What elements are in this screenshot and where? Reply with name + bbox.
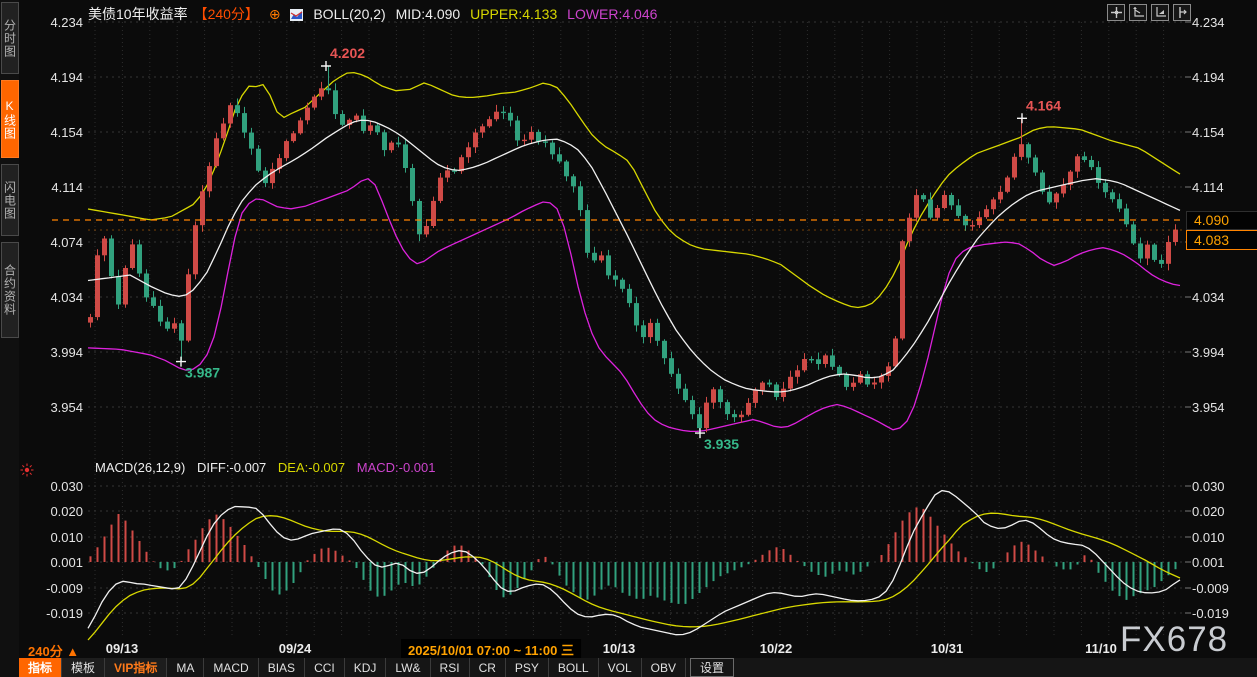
instrument-title: 美债10年收益率 [88, 6, 188, 22]
x-axis-date: 10/31 [931, 641, 964, 656]
y-axis-tick: 0.010 [13, 530, 83, 545]
y-axis-tick: 3.954 [13, 400, 83, 415]
sidebar-tab-contract-info[interactable]: 合约资料 [1, 242, 19, 338]
y-axis-tick: 4.034 [13, 290, 83, 305]
indicator-button-obv[interactable]: OBV [642, 658, 686, 677]
period-label: 【240分】 [194, 6, 259, 22]
macd-diff-value: DIFF:-0.007 [197, 460, 266, 475]
indicator-button-rsi[interactable]: RSI [431, 658, 470, 677]
svg-text:3.935: 3.935 [704, 436, 739, 452]
y-axis-tick: 3.994 [1192, 345, 1252, 360]
mini-chart-icon[interactable] [290, 8, 303, 24]
tab-indicators[interactable]: 指标 [19, 658, 62, 677]
crosshair-tool-icon[interactable] [1107, 4, 1125, 21]
tab-vip-indicators[interactable]: VIP指标 [105, 658, 167, 677]
y-axis-tick: -0.009 [1192, 581, 1252, 596]
x-axis-date: 10/13 [603, 641, 636, 656]
indicator-button-macd[interactable]: MACD [204, 658, 258, 677]
sidebar-tab-flash[interactable]: 闪电图 [1, 164, 19, 236]
y-axis-tick: -0.019 [1192, 606, 1252, 621]
y-axis-tick: 4.194 [13, 70, 83, 85]
x-axis-date: 09/13 [106, 641, 139, 656]
y-axis-tick: 0.020 [1192, 504, 1252, 519]
y-axis-tick: 0.001 [1192, 555, 1252, 570]
right-axis-scale-icon[interactable] [1173, 4, 1191, 21]
mid-price-tag: 4.090 [1186, 211, 1257, 230]
boll-lower-value: LOWER:4.046 [567, 6, 657, 22]
sidebar-tab-kline[interactable]: K线图 [1, 80, 19, 158]
macd-dea-value: DEA:-0.007 [278, 460, 345, 475]
auto-scale-icon[interactable] [1151, 4, 1169, 21]
y-axis-tick: 3.954 [1192, 400, 1252, 415]
indicator-button-ma[interactable]: MA [167, 658, 204, 677]
x-axis-row: 240分 ▲ 2025/10/01 07:00 ~ 11:00 三 09/130… [19, 639, 1257, 658]
indicator-buttons: MAMACDBIASCCIKDJLW&RSICRPSYBOLLVOLOBV [167, 658, 686, 677]
y-axis-tick: 4.234 [1192, 15, 1252, 30]
chart-canvas[interactable]: 4.202 3.987 3.935 4.164 [0, 0, 1257, 677]
y-axis-tick: 3.994 [13, 345, 83, 360]
indicator-button-boll[interactable]: BOLL [549, 658, 599, 677]
y-axis-tick: -0.019 [13, 606, 83, 621]
macd-macd-value: MACD:-0.001 [357, 460, 436, 475]
indicator-button-lw[interactable]: LW& [386, 658, 430, 677]
chart-tool-buttons [1107, 4, 1191, 21]
sidebar: 分时图 K线图 闪电图 合约资料 [0, 0, 19, 677]
y-axis-tick: 4.034 [1192, 290, 1252, 305]
tab-templates[interactable]: 模板 [62, 658, 105, 677]
svg-text:3.987: 3.987 [185, 365, 220, 381]
macd-header: MACD(26,12,9) DIFF:-0.007 DEA:-0.007 MAC… [95, 460, 444, 475]
boll-upper-value: UPPER:4.133 [470, 6, 557, 22]
x-axis-date: 09/24 [279, 641, 312, 656]
indicator-button-cr[interactable]: CR [470, 658, 506, 677]
x-axis-date: 10/22 [760, 641, 793, 656]
indicator-button-psy[interactable]: PSY [506, 658, 549, 677]
macd-formula: MACD(26,12,9) [95, 460, 185, 475]
y-axis-tick: 4.114 [13, 180, 83, 195]
y-axis-tick: 4.154 [1192, 125, 1252, 140]
y-axis-tick: 4.194 [1192, 70, 1252, 85]
y-axis-tick: -0.009 [13, 581, 83, 596]
indicator-button-kdj[interactable]: KDJ [345, 658, 387, 677]
indicator-sun-icon[interactable] [20, 463, 34, 482]
link-circle-icon[interactable]: ⊕ [269, 6, 281, 22]
highlighted-date-range: 2025/10/01 07:00 ~ 11:00 三 [401, 639, 581, 660]
svg-text:4.164: 4.164 [1026, 97, 1061, 113]
indicator-button-vol[interactable]: VOL [599, 658, 642, 677]
chart-header: 美债10年收益率【240分】 ⊕ BOLL(20,2) MID:4.090 UP… [88, 4, 663, 24]
indicator-button-cci[interactable]: CCI [305, 658, 345, 677]
last-price-tag: 4.083 [1186, 230, 1257, 250]
boll-formula: BOLL(20,2) [313, 6, 385, 22]
bottom-toolbar: 指标 模板 VIP指标 MAMACDBIASCCIKDJLW&RSICRPSYB… [19, 658, 1257, 677]
trading-terminal: 4.202 3.987 3.935 4.164 分时图 K线图 闪电图 合约资料 美债… [0, 0, 1257, 677]
sidebar-tab-timeline[interactable]: 分时图 [1, 2, 19, 74]
y-axis-tick: 4.114 [1192, 180, 1252, 195]
y-axis-tick: 0.010 [1192, 530, 1252, 545]
x-axis-date: 11/10 [1085, 641, 1117, 656]
y-axis-tick: 4.154 [13, 125, 83, 140]
svg-text:4.202: 4.202 [330, 45, 365, 61]
left-axis-scale-icon[interactable] [1129, 4, 1147, 21]
y-axis-tick: 0.030 [1192, 479, 1252, 494]
y-axis-tick: 4.234 [13, 15, 83, 30]
indicator-button-bias[interactable]: BIAS [259, 658, 305, 677]
y-axis-tick: 0.020 [13, 504, 83, 519]
y-axis-tick: 4.074 [13, 235, 83, 250]
settings-button[interactable]: 设置 [690, 658, 734, 677]
y-axis-tick: 0.001 [13, 555, 83, 570]
boll-mid-value: MID:4.090 [396, 6, 461, 22]
